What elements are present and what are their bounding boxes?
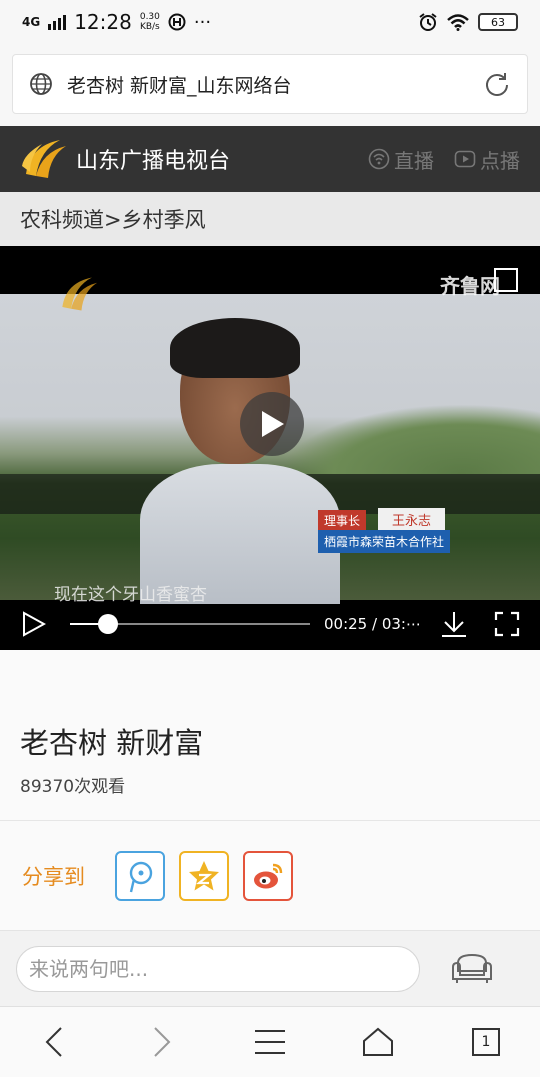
alarm-icon bbox=[419, 13, 437, 31]
signal-icon bbox=[48, 15, 67, 30]
vod-label: 点播 bbox=[480, 148, 520, 173]
status-left: 4G 12:28 0.30 KB/s ··· bbox=[22, 10, 211, 34]
signal-label: 4G bbox=[22, 15, 41, 29]
battery-icon: 63 bbox=[478, 13, 518, 31]
live-icon bbox=[368, 148, 390, 170]
net-speed-value: 0.30 bbox=[139, 12, 160, 22]
miniplayer-icon[interactable] bbox=[494, 268, 518, 292]
channel-logo-icon bbox=[62, 277, 98, 311]
chevron-right-icon bbox=[154, 1027, 171, 1057]
video-info: 老杏树 新财富 89370次观看 bbox=[0, 650, 540, 820]
clock: 12:28 bbox=[74, 10, 132, 34]
site-header: 山东广播电视台 直播 点播 bbox=[0, 126, 540, 192]
chevron-left-icon bbox=[45, 1027, 62, 1057]
share-label: 分享到 bbox=[22, 864, 85, 889]
progress-bar[interactable] bbox=[70, 614, 310, 634]
view-count: 89370次观看 bbox=[20, 777, 126, 797]
vod-link[interactable]: 点播 bbox=[454, 145, 520, 174]
breadcrumb-text[interactable]: 农科频道>乡村季风 bbox=[20, 204, 206, 234]
vod-icon bbox=[454, 150, 476, 168]
download-icon[interactable] bbox=[440, 610, 468, 638]
comment-input[interactable] bbox=[16, 945, 420, 992]
share-qzone-button[interactable] bbox=[179, 850, 229, 901]
wifi-icon bbox=[447, 14, 469, 31]
live-link[interactable]: 直播 bbox=[368, 145, 434, 174]
menu-icon bbox=[255, 1030, 285, 1054]
share-weibo-button[interactable] bbox=[243, 850, 293, 901]
status-bar: 4G 12:28 0.30 KB/s ··· 63 bbox=[0, 0, 540, 44]
role-tag: 理事长 bbox=[318, 510, 367, 531]
header-links: 直播 点播 bbox=[368, 145, 520, 174]
more-icon: ··· bbox=[193, 11, 212, 33]
progress-knob[interactable] bbox=[98, 614, 119, 634]
tab-count: 1 bbox=[472, 1028, 500, 1056]
menu-button[interactable] bbox=[240, 1012, 300, 1072]
address-bar[interactable]: 老杏树 新财富_山东网络台 bbox=[12, 54, 528, 114]
sofa-icon[interactable] bbox=[450, 949, 494, 989]
globe-icon bbox=[30, 73, 52, 95]
share-pengyouquan-button[interactable] bbox=[115, 850, 165, 901]
pengyouquan-icon bbox=[129, 861, 153, 892]
page-title[interactable]: 老杏树 新财富_山东网络台 bbox=[67, 71, 483, 98]
share-row: 分享到 bbox=[0, 820, 540, 930]
fullscreen-icon[interactable] bbox=[494, 611, 520, 637]
breadcrumb: 农科频道>乡村季风 bbox=[0, 192, 540, 246]
comment-bar bbox=[0, 930, 540, 1006]
browser-toolbar: 老杏树 新财富_山东网络台 bbox=[0, 44, 540, 126]
play-icon[interactable] bbox=[20, 611, 46, 637]
battery-level: 63 bbox=[491, 15, 505, 29]
status-right: 63 bbox=[418, 12, 518, 32]
scene-person bbox=[140, 318, 340, 604]
person-hair bbox=[170, 318, 300, 378]
live-label: 直播 bbox=[394, 148, 434, 173]
home-icon bbox=[363, 1027, 393, 1056]
home-button[interactable] bbox=[348, 1012, 408, 1072]
forward-button[interactable] bbox=[132, 1012, 192, 1072]
back-button[interactable] bbox=[24, 1012, 84, 1072]
refresh-icon[interactable] bbox=[483, 70, 511, 98]
qzone-icon bbox=[189, 860, 219, 890]
site-logo-icon[interactable] bbox=[20, 136, 68, 182]
net-speed: 0.30 KB/s bbox=[140, 12, 160, 32]
site-name[interactable]: 山东广播电视台 bbox=[76, 143, 230, 175]
play-button-large[interactable] bbox=[240, 392, 304, 456]
play-icon bbox=[262, 411, 284, 437]
controls-right bbox=[440, 610, 520, 638]
org-tag: 栖霞市森荣苗木合作社 bbox=[318, 530, 451, 553]
video-controls: 00:25 / 03:⋯ bbox=[0, 598, 540, 650]
net-speed-unit: KB/s bbox=[139, 22, 160, 32]
time-display: 00:25 / 03:⋯ bbox=[324, 615, 421, 633]
weibo-icon bbox=[254, 863, 283, 888]
watermark: 齐鲁网 bbox=[440, 274, 500, 298]
browser-navbar: 1 bbox=[0, 1006, 540, 1077]
hd-icon bbox=[168, 13, 186, 31]
video-title: 老杏树 新财富 bbox=[20, 726, 204, 760]
tabs-button[interactable]: 1 bbox=[456, 1012, 516, 1072]
name-tag: 王永志 bbox=[378, 508, 446, 531]
